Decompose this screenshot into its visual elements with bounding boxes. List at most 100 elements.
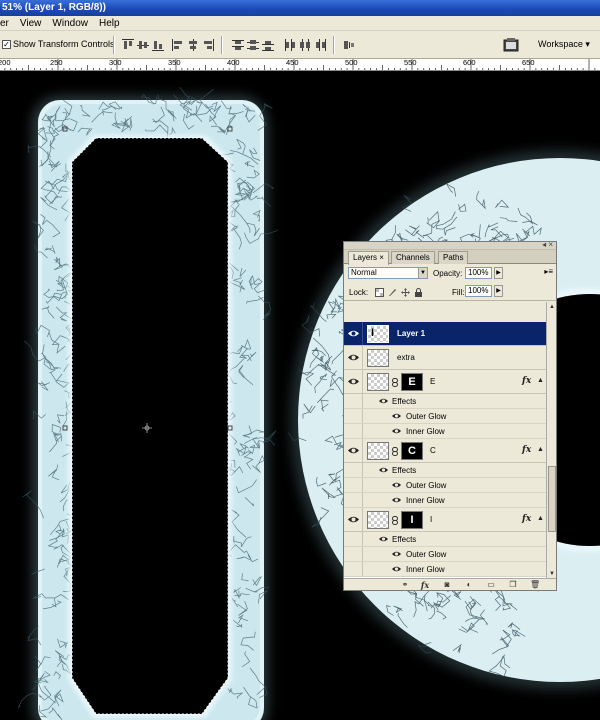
effect-name: Inner Glow [406, 496, 445, 505]
layer-name[interactable]: C [430, 446, 436, 455]
visibility-toggle[interactable] [344, 346, 363, 369]
layers-scrollbar[interactable]: ▲ ▼ [546, 302, 556, 579]
collapse-effects-icon[interactable]: ▲ [537, 377, 544, 384]
add-mask-icon[interactable]: ◙ [442, 580, 452, 590]
layer-name[interactable]: E [430, 377, 435, 386]
layer-thumbnail [367, 349, 389, 367]
effect-row-outer-glow[interactable]: Outer Glow [344, 478, 546, 493]
layer-mask-thumbnail[interactable]: C [401, 442, 423, 460]
distribute-right-icon[interactable] [314, 39, 326, 51]
chain-link-icon[interactable] [392, 447, 398, 456]
blend-opacity-row: Normal ▼ Opacity: 100% ▶ ▸≡ [344, 264, 556, 283]
layer-row-extra[interactable]: extra [344, 346, 546, 370]
link-layers-icon[interactable]: ⚭ [400, 580, 410, 590]
layer-name[interactable]: Layer 1 [397, 329, 425, 338]
visibility-toggle[interactable] [344, 322, 363, 345]
auto-align-layers-icon[interactable] [343, 39, 355, 51]
layer-row-c[interactable]: C C fx ▲ [344, 439, 546, 463]
distribute-left-icon[interactable] [284, 39, 296, 51]
workspace-icon[interactable] [503, 37, 521, 53]
menu-item-filter[interactable]: er [0, 16, 15, 30]
panel-menu-icon[interactable]: ▸≡ [544, 267, 553, 276]
align-left-edges-icon[interactable] [172, 39, 184, 51]
opacity-slider-arrow-icon[interactable]: ▶ [494, 267, 503, 279]
layer-name[interactable]: I [430, 515, 432, 524]
collapse-effects-icon[interactable]: ▲ [537, 446, 544, 453]
effect-row-outer-glow[interactable]: Outer Glow [344, 547, 546, 562]
align-top-edges-icon[interactable] [122, 39, 134, 51]
visibility-toggle[interactable] [344, 439, 363, 462]
layer-row-layer-1[interactable]: I Layer 1 [344, 322, 546, 346]
layer-mask-thumbnail[interactable]: I [401, 511, 423, 529]
distribute-top-icon[interactable] [232, 39, 244, 51]
fx-icon[interactable]: fx [522, 445, 531, 455]
align-right-edges-icon[interactable] [202, 39, 214, 51]
blend-mode-value: Normal [351, 268, 377, 277]
layer-mask-thumbnail[interactable]: E [401, 373, 423, 391]
effect-row-inner-glow[interactable]: Inner Glow [344, 562, 546, 577]
lock-all-icon[interactable] [414, 288, 423, 297]
delete-layer-icon[interactable]: 🗑 [530, 580, 540, 590]
align-bottom-edges-icon[interactable] [152, 39, 164, 51]
visibility-toggle[interactable] [344, 370, 363, 393]
menu-item-window[interactable]: Window [47, 16, 94, 30]
lock-transparent-icon[interactable] [375, 288, 384, 297]
opacity-value: 100% [468, 268, 489, 277]
eye-icon [348, 378, 359, 385]
new-layer-icon[interactable]: ❐ [508, 580, 518, 590]
scroll-up-icon[interactable]: ▲ [547, 302, 557, 312]
layer-row-i[interactable]: I I fx ▲ [344, 508, 546, 532]
tab-paths[interactable]: Paths [438, 251, 469, 264]
fill-input[interactable]: 100% [465, 285, 492, 297]
eye-icon[interactable] [392, 412, 401, 420]
fx-icon[interactable]: fx [522, 376, 531, 386]
distribute-bottom-icon[interactable] [262, 39, 274, 51]
tab-channels[interactable]: Channels [391, 251, 435, 264]
menu-item-help[interactable]: Help [94, 16, 126, 30]
distribute-vertical-centers-icon[interactable] [247, 39, 259, 51]
blend-mode-select[interactable]: Normal ▼ [348, 267, 428, 279]
align-horizontal-centers-icon[interactable] [187, 39, 199, 51]
opacity-input[interactable]: 100% [465, 267, 492, 279]
layer-name[interactable]: extra [397, 353, 415, 362]
layer-thumbnail [367, 511, 389, 529]
chain-link-icon[interactable] [392, 378, 398, 387]
fx-icon[interactable]: fx [522, 514, 531, 524]
effects-row[interactable]: Effects [344, 394, 546, 409]
distribute-horizontal-centers-icon[interactable] [299, 39, 311, 51]
effects-visibility-cell [344, 493, 363, 507]
scrollbar-thumb[interactable] [548, 466, 556, 532]
workspace-menu[interactable]: Workspace ▾ [538, 39, 590, 50]
lock-position-move-icon[interactable] [401, 288, 410, 297]
show-transform-checkbox[interactable]: ✓ [2, 40, 11, 49]
fill-label: Fill: [452, 288, 465, 297]
effect-row-outer-glow[interactable]: Outer Glow [344, 409, 546, 424]
effect-row-inner-glow[interactable]: Inner Glow [344, 424, 546, 439]
menu-item-view[interactable]: View [15, 16, 48, 30]
layer-row-e[interactable]: E E fx ▲ [344, 370, 546, 394]
fill-slider-arrow-icon[interactable]: ▶ [494, 285, 503, 297]
effects-row[interactable]: Effects [344, 463, 546, 478]
layer-thumbnail: I [367, 325, 389, 343]
eye-icon[interactable] [392, 427, 401, 435]
chain-link-icon[interactable] [392, 516, 398, 525]
adjustment-layer-icon[interactable]: ◐ [464, 580, 474, 590]
eye-icon[interactable] [379, 397, 388, 405]
tab-layers[interactable]: Layers × [348, 251, 389, 265]
eye-icon[interactable] [379, 535, 388, 543]
options-separator [113, 36, 114, 54]
eye-icon[interactable] [379, 466, 388, 474]
add-layer-style-icon[interactable]: fx [420, 580, 430, 590]
new-group-icon[interactable]: ▭ [486, 580, 496, 590]
panel-collapse-icon[interactable]: ◂ × [542, 241, 553, 249]
eye-icon[interactable] [392, 550, 401, 558]
eye-icon[interactable] [392, 565, 401, 573]
effects-row[interactable]: Effects [344, 532, 546, 547]
eye-icon[interactable] [392, 496, 401, 504]
effect-row-inner-glow[interactable]: Inner Glow [344, 493, 546, 508]
align-vertical-centers-icon[interactable] [137, 39, 149, 51]
visibility-toggle[interactable] [344, 508, 363, 531]
collapse-effects-icon[interactable]: ▲ [537, 515, 544, 522]
eye-icon[interactable] [392, 481, 401, 489]
lock-image-brush-icon[interactable] [388, 288, 397, 297]
